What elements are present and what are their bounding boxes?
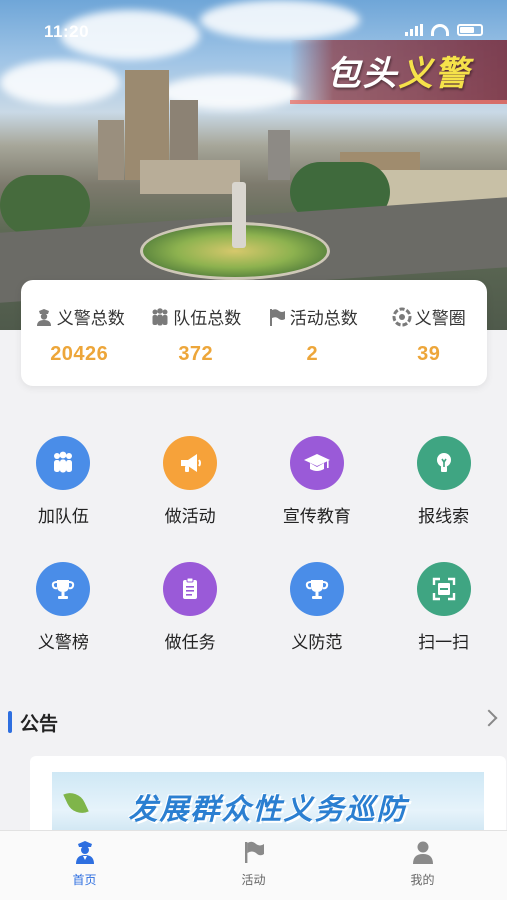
stat-value: 20426: [50, 343, 109, 365]
stat-value: 39: [417, 343, 441, 365]
stat-value: 372: [178, 343, 214, 365]
stat-label: 队伍总数: [173, 309, 242, 329]
notice-banner-image[interactable]: 发展群众性义务巡防: [52, 772, 484, 836]
stat-value: 2: [306, 343, 319, 365]
signal-icon: [405, 24, 423, 36]
stat-circle[interactable]: 义警圈 39: [371, 280, 488, 386]
feature-label: 宣传教育: [282, 507, 351, 527]
trophy-icon: [36, 562, 91, 616]
status-icons: [405, 24, 483, 36]
tab-label: 首页: [72, 873, 97, 887]
notice-title: 公告: [20, 712, 59, 735]
tab-label: 我的: [410, 873, 435, 887]
graduation-cap-icon: [289, 436, 344, 490]
scan-icon: [416, 562, 471, 616]
feature-join-team[interactable]: 加队伍: [0, 436, 127, 562]
feature-scan[interactable]: 扫一扫: [380, 562, 507, 688]
notice-header[interactable]: 公告: [0, 704, 507, 740]
feature-label: 报线索: [418, 507, 470, 527]
feature-label: 义警榜: [37, 633, 89, 653]
feature-label: 加队伍: [37, 507, 89, 527]
app-title-white: 包头: [326, 53, 399, 94]
notice-accent-bar: [8, 711, 12, 733]
leaf-icon: [63, 787, 89, 819]
stat-activities[interactable]: 活动总数 2: [254, 280, 371, 386]
battery-icon: [457, 24, 483, 36]
feature-label: 扫一扫: [418, 633, 470, 653]
app-title-yellow: 义警: [398, 53, 471, 94]
feature-label: 做任务: [164, 633, 216, 653]
flag-icon: [244, 841, 264, 863]
stat-label: 义警圈: [414, 309, 466, 329]
feature-do-task[interactable]: 做任务: [127, 562, 254, 688]
police-officer-icon: [36, 308, 51, 326]
feature-prevention[interactable]: 义防范: [254, 562, 381, 688]
flag-icon: [269, 308, 285, 326]
feature-grid: 加队伍 做活动 宣传教育 报线索 义警榜 做任务 义防范 扫一扫: [0, 436, 507, 688]
status-time: 11:20: [44, 22, 90, 41]
police-officer-icon: [75, 841, 94, 864]
notice-banner-text: 发展群众性义务巡防: [128, 792, 408, 826]
stat-members[interactable]: 义警总数 20426: [21, 280, 138, 386]
tab-mine[interactable]: 我的: [338, 831, 507, 900]
clipboard-icon: [163, 562, 218, 616]
bottom-tab-bar: 首页 活动 我的: [0, 830, 507, 900]
feature-leaderboard[interactable]: 义警榜: [0, 562, 127, 688]
circle-icon: [392, 307, 412, 326]
team-icon: [152, 307, 168, 325]
chevron-right-icon[interactable]: [480, 709, 498, 727]
stat-teams[interactable]: 队伍总数 372: [138, 280, 255, 386]
tab-home[interactable]: 首页: [0, 831, 169, 900]
tab-label: 活动: [241, 873, 266, 887]
feature-education[interactable]: 宣传教育: [254, 436, 381, 562]
feature-report-clue[interactable]: 报线索: [380, 436, 507, 562]
stat-label: 义警总数: [56, 309, 125, 329]
tab-activity[interactable]: 活动: [169, 831, 338, 900]
team-icon: [36, 436, 91, 490]
notice-card[interactable]: 发展群众性义务巡防: [30, 756, 506, 836]
lightbulb-icon: [416, 436, 471, 490]
feature-label: 做活动: [164, 507, 216, 527]
megaphone-icon: [163, 436, 218, 490]
feature-do-activity[interactable]: 做活动: [127, 436, 254, 562]
feature-label: 义防范: [291, 633, 343, 653]
stat-label: 活动总数: [289, 309, 358, 329]
user-icon: [412, 841, 433, 864]
app-title-banner: 包头 义警: [290, 40, 507, 104]
stats-card: 义警总数 20426 队伍总数 372 活动总数 2 义警圈 39: [21, 280, 487, 386]
wifi-icon: [431, 24, 449, 36]
trophy-icon: [289, 562, 344, 616]
